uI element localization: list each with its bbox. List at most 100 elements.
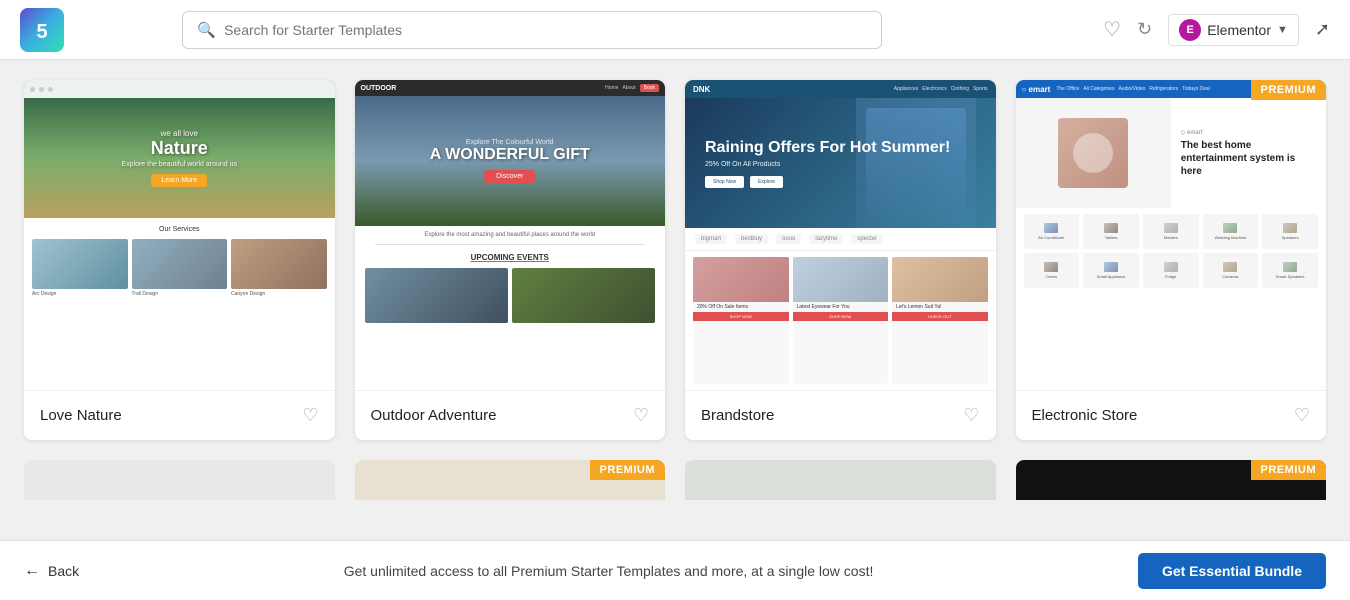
template-grid: we all love Nature Explore the beautiful… bbox=[24, 80, 1326, 440]
bottombar: ← Back Get unlimited access to all Premi… bbox=[0, 540, 1350, 600]
brandstore-hero-section: Raining Offers For Hot Summer! 25% Off O… bbox=[685, 98, 996, 228]
brandstore-product-label-2: Latest Eyewear For You bbox=[793, 302, 889, 312]
brandstore-hero-text: Raining Offers For Hot Summer! 25% Off O… bbox=[705, 138, 950, 187]
brandstore-logo: DNK bbox=[693, 85, 710, 94]
topbar: 5 🔍 ♡ ↻ E Elementor ▼ ➚ bbox=[0, 0, 1350, 60]
premium-badge: PREMIUM bbox=[1251, 80, 1326, 100]
nature-services-grid: Arc Design Trail Design Canyon Design bbox=[32, 239, 327, 298]
tablet-icon bbox=[1104, 223, 1118, 233]
search-icon: 🔍 bbox=[197, 21, 216, 39]
brandstore-hero-sub: 25% Off On All Products bbox=[705, 161, 950, 168]
outdoor-nav-btn: Book bbox=[640, 84, 659, 92]
electronic-nav-4: Todays Deal bbox=[1182, 86, 1210, 92]
nature-service-img-3 bbox=[231, 239, 327, 289]
nature-hero-sub: Explore the beautiful world around us bbox=[121, 161, 237, 168]
love-nature-favorite-button[interactable]: ♡ bbox=[302, 405, 318, 426]
refresh-button[interactable]: ↻ bbox=[1137, 19, 1152, 40]
brandstore-shop-now-btn-1[interactable]: SHOP NOW bbox=[693, 312, 789, 321]
elementor-selector[interactable]: E Elementor ▼ bbox=[1168, 14, 1299, 46]
small-appliance-label: Small Appliance bbox=[1097, 274, 1125, 279]
camera-icon bbox=[1223, 262, 1237, 272]
brandstore-title: Brandstore bbox=[701, 407, 774, 424]
electronic-cat-smartspeaker: Smart Speakers bbox=[1262, 253, 1318, 288]
brandstore-nav: DNK Appliances Electronics Clothing Spor… bbox=[685, 80, 996, 98]
brandstore-logo-3: oooo bbox=[776, 234, 801, 244]
electronic-nav-2: Audio/Video bbox=[1118, 86, 1145, 92]
outdoor-nav-item: About bbox=[623, 85, 636, 91]
love-nature-title: Love Nature bbox=[40, 407, 122, 424]
electronic-cat-mobile: Mobiles bbox=[1143, 214, 1199, 249]
app-logo[interactable]: 5 bbox=[20, 8, 64, 52]
brandstore-hero-buttons: Shop Now Explore bbox=[705, 176, 950, 188]
brandstore-nav-sports: Sports bbox=[973, 86, 987, 92]
brandstore-nav-appliances: Appliances bbox=[894, 86, 918, 92]
brandstore-logo-1: bigmart bbox=[695, 234, 727, 244]
electronic-hero-left bbox=[1016, 98, 1171, 208]
brandstore-shop-now-button[interactable]: Shop Now bbox=[705, 176, 744, 188]
outdoor-adventure-favorite-button[interactable]: ♡ bbox=[633, 405, 649, 426]
nav-dot bbox=[48, 87, 53, 92]
outdoor-events-title: UPCOMING EVENTS bbox=[365, 253, 656, 262]
washer-label: Washing Machine bbox=[1215, 235, 1247, 240]
brandstore-logo-2: bestbuy bbox=[735, 234, 768, 244]
external-link-button[interactable]: ➚ bbox=[1315, 19, 1330, 40]
electronic-store-favorite-button[interactable]: ♡ bbox=[1294, 405, 1310, 426]
electronic-hero-section: ◇ emart The best home entertainment syst… bbox=[1016, 98, 1327, 208]
search-input[interactable] bbox=[224, 22, 867, 38]
promo-text: Get unlimited access to all Premium Star… bbox=[79, 563, 1138, 579]
electronic-store-footer: Electronic Store ♡ bbox=[1016, 390, 1327, 440]
nature-learn-more-button[interactable]: Learn More bbox=[151, 174, 207, 187]
oven-label: Ovens bbox=[1046, 274, 1058, 279]
main-content: we all love Nature Explore the beautiful… bbox=[0, 60, 1350, 540]
outdoor-hero-title: A WONDERFUL GIFT bbox=[430, 146, 590, 164]
template-card-brandstore[interactable]: DNK Appliances Electronics Clothing Spor… bbox=[685, 80, 996, 440]
template-card-outdoor-adventure[interactable]: OUTDOOR Home About Book Explore The Colo… bbox=[355, 80, 666, 440]
brandstore-nav-electronics: Electronics bbox=[922, 86, 946, 92]
electronic-preview: PREMIUM ○ emart The Office All Categorie… bbox=[1016, 80, 1327, 390]
favorites-button[interactable]: ♡ bbox=[1103, 17, 1121, 42]
template-card-love-nature[interactable]: we all love Nature Explore the beautiful… bbox=[24, 80, 335, 440]
elementor-label: Elementor bbox=[1207, 22, 1271, 38]
back-button[interactable]: ← Back bbox=[24, 562, 79, 580]
brandstore-product-1: 20% Off On Sale Items SHOP NOW bbox=[693, 257, 789, 384]
nature-service-label-2: Trail Design bbox=[132, 291, 228, 298]
tablet-label: Tablets bbox=[1105, 235, 1118, 240]
elementor-icon: E bbox=[1179, 19, 1201, 41]
outdoor-hero-section: Explore The Colourful World A WONDERFUL … bbox=[355, 96, 666, 226]
washer-icon bbox=[1223, 223, 1237, 233]
outdoor-events-section: UPCOMING EVENTS bbox=[355, 245, 666, 390]
electronic-nav-1: All Categories bbox=[1083, 86, 1114, 92]
search-bar[interactable]: 🔍 bbox=[182, 11, 882, 49]
electronic-categories-section: Air Conditioner Tablets Mobiles Was bbox=[1016, 208, 1327, 390]
electronic-logo: ○ emart bbox=[1022, 85, 1051, 94]
electronic-hero-right: ◇ emart The best home entertainment syst… bbox=[1171, 98, 1326, 208]
nature-hero-line1: we all love bbox=[121, 129, 237, 138]
brandstore-shop-now-btn-2[interactable]: SHOP NOW bbox=[793, 312, 889, 321]
outdoor-event-img-2 bbox=[512, 268, 655, 323]
brandstore-nav-clothing: Clothing bbox=[951, 86, 969, 92]
outdoor-logo: OUTDOOR bbox=[361, 85, 397, 92]
brandstore-explore-button[interactable]: Explore bbox=[750, 176, 783, 188]
speaker-label: Speakers bbox=[1282, 235, 1299, 240]
brandstore-product-2: Latest Eyewear For You SHOP NOW bbox=[793, 257, 889, 384]
smart-speaker-label: Smart Speakers bbox=[1276, 274, 1305, 279]
brandstore-favorite-button[interactable]: ♡ bbox=[963, 405, 979, 426]
brandstore-brand-logos: bigmart bestbuy oooo lazytime specter bbox=[685, 228, 996, 251]
brandstore-product-label-3: Let's Lemon Suit Ya! bbox=[892, 302, 988, 312]
nature-nav bbox=[24, 80, 335, 98]
get-essential-bundle-button[interactable]: Get Essential Bundle bbox=[1138, 553, 1326, 589]
svg-text:5: 5 bbox=[36, 21, 47, 43]
electronic-cat-washer: Washing Machine bbox=[1203, 214, 1259, 249]
camera-label: Cameras bbox=[1222, 274, 1238, 279]
partial-premium-badge-2: PREMIUM bbox=[590, 460, 665, 480]
speaker-icon bbox=[1283, 223, 1297, 233]
brandstore-footer: Brandstore ♡ bbox=[685, 390, 996, 440]
brandstore-product-label-1: 20% Off On Sale Items bbox=[693, 302, 789, 312]
outdoor-discover-button[interactable]: Discover bbox=[484, 170, 535, 183]
electronic-store-title: Electronic Store bbox=[1032, 407, 1138, 424]
brandstore-shop-now-btn-3[interactable]: CHECK OUT bbox=[892, 312, 988, 321]
partial-card-1 bbox=[24, 460, 335, 500]
template-card-electronic-store[interactable]: PREMIUM ○ emart The Office All Categorie… bbox=[1016, 80, 1327, 440]
brandstore-logo-4: lazytime bbox=[809, 234, 843, 244]
brandstore-hero-title: Raining Offers For Hot Summer! bbox=[705, 138, 950, 157]
